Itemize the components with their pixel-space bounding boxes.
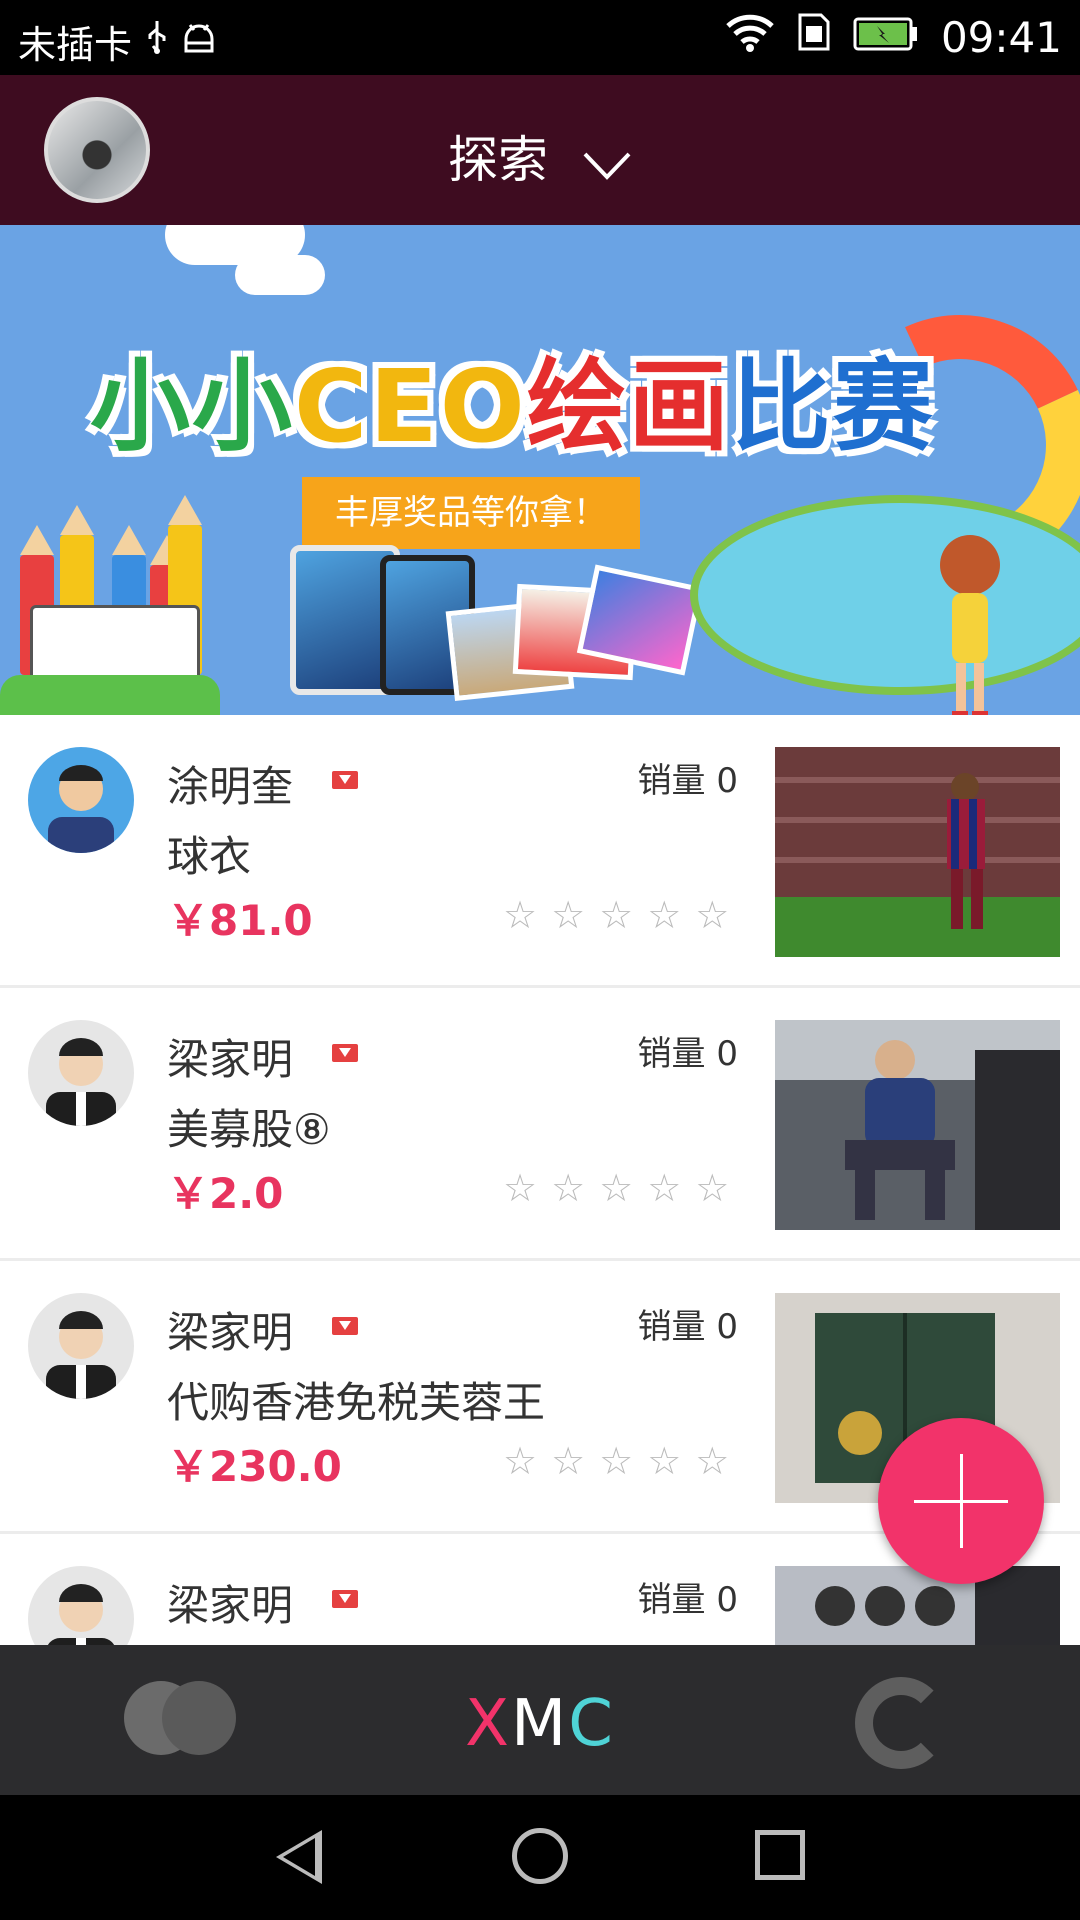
product-title: 美募股⑧ [167,1105,331,1154]
sales-value: 0 [716,1580,738,1620]
system-nav-bar [0,1795,1080,1920]
banner-title-part: 绘画 [526,348,731,465]
sales-label: 销量 [637,1034,706,1074]
sales-label: 销量 [637,761,706,801]
seller-avatar[interactable] [28,747,134,853]
product-thumbnail[interactable] [775,1020,1060,1230]
product-price: ￥230.0 [167,1442,342,1491]
seller-name: 梁家明 [167,1035,294,1084]
sales-label: 销量 [637,1307,706,1347]
product-price: ￥2.0 [167,1169,284,1218]
sales-count: 销量 0 [638,753,738,802]
product-thumbnail[interactable] [775,747,1060,957]
product-price: ￥81.0 [167,896,313,945]
section-selector[interactable]: 探索 [0,120,1080,193]
rating-stars: ☆☆☆☆☆ [503,1439,744,1483]
logo-letter: M [510,1687,569,1761]
clock: 09:41 [940,12,1062,62]
verified-badge-icon [332,1590,358,1608]
sales-count: 销量 0 [638,1299,738,1348]
banner-title-part: 小小 [90,348,294,465]
verified-badge-icon [332,1044,358,1062]
seller-avatar[interactable] [28,1020,134,1126]
rating-stars: ☆☆☆☆☆ [503,893,744,937]
wifi-icon [725,12,775,62]
seller-avatar[interactable] [28,1566,134,1645]
cloud-decoration [235,255,325,295]
grass-decoration [0,675,220,715]
home-icon[interactable] [512,1828,568,1884]
sales-label: 销量 [637,1580,706,1620]
section-title: 探索 [448,131,549,189]
pond-decoration [690,495,1080,695]
sales-value: 0 [716,1307,738,1347]
usb-icon [146,19,168,64]
painting-girl-illustration [930,525,1010,715]
list-item[interactable]: 涂明奎 球衣 ￥81.0 销量 0 ☆☆☆☆☆ [0,715,1080,988]
banner-title: 小小CEO绘画比赛 [90,325,935,470]
chevron-down-icon [582,135,632,193]
logo-letter: X [465,1687,511,1761]
recent-apps-icon[interactable] [755,1830,805,1880]
seller-name: 涂明奎 [167,762,294,811]
carrier-label: 未插卡 [18,23,133,67]
verified-badge-icon [332,771,358,789]
discover-refresh-icon[interactable] [855,1677,947,1769]
seller-name: 梁家明 [167,1308,294,1357]
battery-icon [853,13,919,62]
banner-cta: 丰厚奖品等你拿！ [302,477,640,549]
sales-count: 销量 0 [638,1026,738,1075]
list-item[interactable]: 梁家明 美募股⑧ ￥2.0 销量 0 ☆☆☆☆☆ [0,988,1080,1261]
status-bar: 未插卡 09:41 [0,0,1080,75]
add-post-button[interactable] [878,1418,1044,1584]
verified-badge-icon [332,1317,358,1335]
sim-icon [797,12,831,62]
logo-letter: C [568,1687,615,1761]
app-header: 探索 [0,75,1080,225]
product-title: 球衣 [167,832,252,881]
banner-title-part: 比赛 [730,348,935,465]
sales-count: 销量 0 [638,1572,738,1621]
banner-title-part: CEO [294,348,527,465]
android-debug-icon [182,20,216,64]
seller-avatar[interactable] [28,1293,134,1399]
back-icon[interactable] [276,1830,322,1884]
product-title: 代购香港免税芙蓉王 [167,1378,546,1427]
sales-value: 0 [716,1034,738,1074]
promo-banner[interactable]: 小小CEO绘画比赛 丰厚奖品等你拿！ [0,225,1080,715]
bottom-tab-bar: XMC [0,1645,1080,1795]
rating-stars: ☆☆☆☆☆ [503,1166,744,1210]
sales-value: 0 [716,761,738,801]
seller-name: 梁家明 [167,1581,294,1630]
product-thumbnail[interactable] [775,1566,1060,1645]
